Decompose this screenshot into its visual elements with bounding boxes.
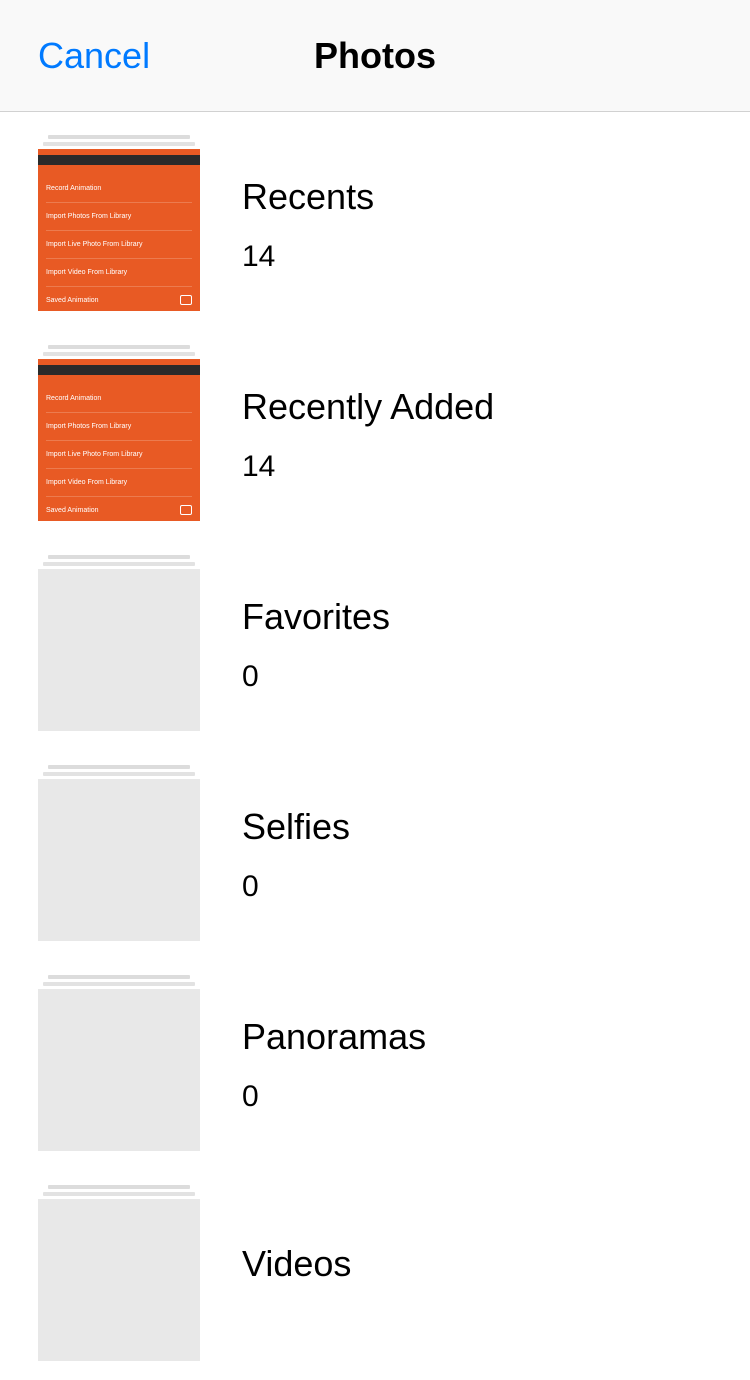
album-row-selfies[interactable]: Selfies 0 bbox=[0, 750, 750, 960]
album-info: Panoramas 0 bbox=[200, 1016, 426, 1114]
album-info: Selfies 0 bbox=[200, 806, 350, 904]
album-thumbnail bbox=[38, 765, 200, 945]
cancel-button[interactable]: Cancel bbox=[38, 35, 150, 77]
album-thumbnail: Record Animation Import Photos From Libr… bbox=[38, 345, 200, 525]
stop-icon bbox=[180, 505, 192, 515]
album-row-videos[interactable]: Videos bbox=[0, 1170, 750, 1380]
album-info: Videos bbox=[200, 1243, 351, 1307]
album-name: Recently Added bbox=[242, 386, 494, 428]
album-row-recently-added[interactable]: Record Animation Import Photos From Libr… bbox=[0, 330, 750, 540]
album-count: 0 bbox=[242, 660, 390, 694]
album-name: Favorites bbox=[242, 596, 390, 638]
album-info: Recents 14 bbox=[200, 176, 374, 274]
album-row-recents[interactable]: Record Animation Import Photos From Libr… bbox=[0, 120, 750, 330]
album-info: Favorites 0 bbox=[200, 596, 390, 694]
album-count: 0 bbox=[242, 1080, 426, 1114]
album-count: 14 bbox=[242, 450, 494, 484]
album-thumbnail bbox=[38, 975, 200, 1155]
album-name: Panoramas bbox=[242, 1016, 426, 1058]
album-thumbnail: Record Animation Import Photos From Libr… bbox=[38, 135, 200, 315]
stop-icon bbox=[180, 295, 192, 305]
album-count: 14 bbox=[242, 240, 374, 274]
album-thumbnail bbox=[38, 555, 200, 735]
album-name: Videos bbox=[242, 1243, 351, 1285]
album-info: Recently Added 14 bbox=[200, 386, 494, 484]
album-name: Selfies bbox=[242, 806, 350, 848]
album-name: Recents bbox=[242, 176, 374, 218]
album-count: 0 bbox=[242, 870, 350, 904]
album-thumbnail bbox=[38, 1185, 200, 1365]
album-row-panoramas[interactable]: Panoramas 0 bbox=[0, 960, 750, 1170]
album-list: Record Animation Import Photos From Libr… bbox=[0, 112, 750, 1380]
album-row-favorites[interactable]: Favorites 0 bbox=[0, 540, 750, 750]
header: Cancel Photos bbox=[0, 0, 750, 112]
